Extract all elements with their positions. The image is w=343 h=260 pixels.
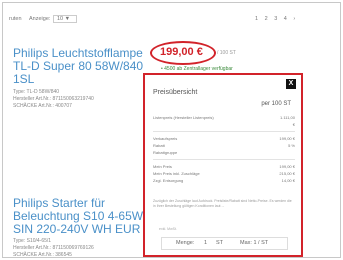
count-select[interactable]: 10 ▼ [53, 15, 78, 23]
product-title-link[interactable]: Philips Starter für Beleuchtung S10 4-65… [13, 197, 153, 236]
discount-group-row: Rabattgruppe [153, 150, 178, 155]
sale-price-row: Verkaufspreis 199,00 € [153, 136, 295, 141]
next-page-link[interactable]: › [293, 16, 295, 22]
close-icon[interactable]: X [286, 79, 296, 89]
page-3-link[interactable]: 3 [274, 16, 277, 22]
list-price-currency-row: € [292, 122, 295, 127]
price-note: Zuzüglich der Zuschläge laut Aufdruck. P… [153, 199, 292, 208]
product-type: Type: S10/4-65/1 [13, 238, 52, 244]
shop-article-number: SCHÄCKE Art.Nr.: 386545 [13, 252, 72, 258]
product-list-panel: ruten Anzeige: 10 ▼ 1 2 3 4 › Philips Le… [2, 2, 341, 258]
quantity-label: Menge: [176, 240, 195, 246]
price-highlight[interactable]: 199,00 € [150, 41, 216, 65]
product-title-link[interactable]: Philips Leuchtstofflampe TL-D Super 80 5… [13, 47, 153, 86]
product-type: Type: TL-D 58W/840 [13, 89, 60, 95]
toolbar: ruten Anzeige: 10 ▼ 1 2 3 4 › [3, 3, 340, 25]
quantity-input[interactable]: 1 [204, 240, 207, 246]
manufacturer-article-number: Hersteller Art.Nr.: 871150069769126 [13, 245, 94, 251]
tax-note: exkl. MwSt. [159, 227, 177, 231]
stock-status: • 4500 ab Zentrallager verfügbar [161, 66, 233, 72]
sort-label: ruten [9, 16, 22, 22]
manufacturer-article-number: Hersteller Art.Nr.: 871150063219740 [13, 96, 94, 102]
discount-row: Rabatt 5 % [153, 143, 295, 148]
quantity-box[interactable]: Menge: 1 ST Max: 1 / ST [161, 237, 288, 250]
quantity-max: Max: 1 / ST [240, 240, 269, 246]
price-overview-popup: X Preisübersicht per 100 ST Listenpreis … [143, 73, 303, 257]
price-unit: / 100 ST [217, 50, 236, 56]
price-rows: Listenpreis (Hersteller Listenpreis) 1.1… [153, 115, 295, 185]
price-per-unit: per 100 ST [261, 101, 291, 107]
my-price-row: Mein Preis 199,00 € [153, 164, 295, 169]
product-meta: Type: S10/4-65/1 Hersteller Art.Nr.: 871… [13, 238, 94, 259]
disposal-fee-row: Zzgl. Entsorgung 14,00 € [153, 178, 295, 183]
price-value: 199,00 € [160, 46, 203, 58]
list-price-row: Listenpreis (Hersteller Listenpreis) 1.1… [153, 115, 295, 120]
page-1-link[interactable]: 1 [255, 16, 258, 22]
my-price-incl-surcharges-row: Mein Preis inkl. Zuschläge 215,00 € [153, 171, 295, 176]
count-label: Anzeige: [29, 16, 51, 22]
page-4-link[interactable]: 4 [284, 16, 287, 22]
product-meta: Type: TL-D 58W/840 Hersteller Art.Nr.: 8… [13, 89, 94, 110]
page-2-link[interactable]: 2 [265, 16, 268, 22]
quantity-unit: ST [216, 240, 224, 246]
shop-article-number: SCHÄCKE Art.Nr.: 400707 [13, 103, 72, 109]
popup-title: Preisübersicht [153, 89, 198, 96]
pagination: 1 2 3 4 › [255, 16, 295, 22]
